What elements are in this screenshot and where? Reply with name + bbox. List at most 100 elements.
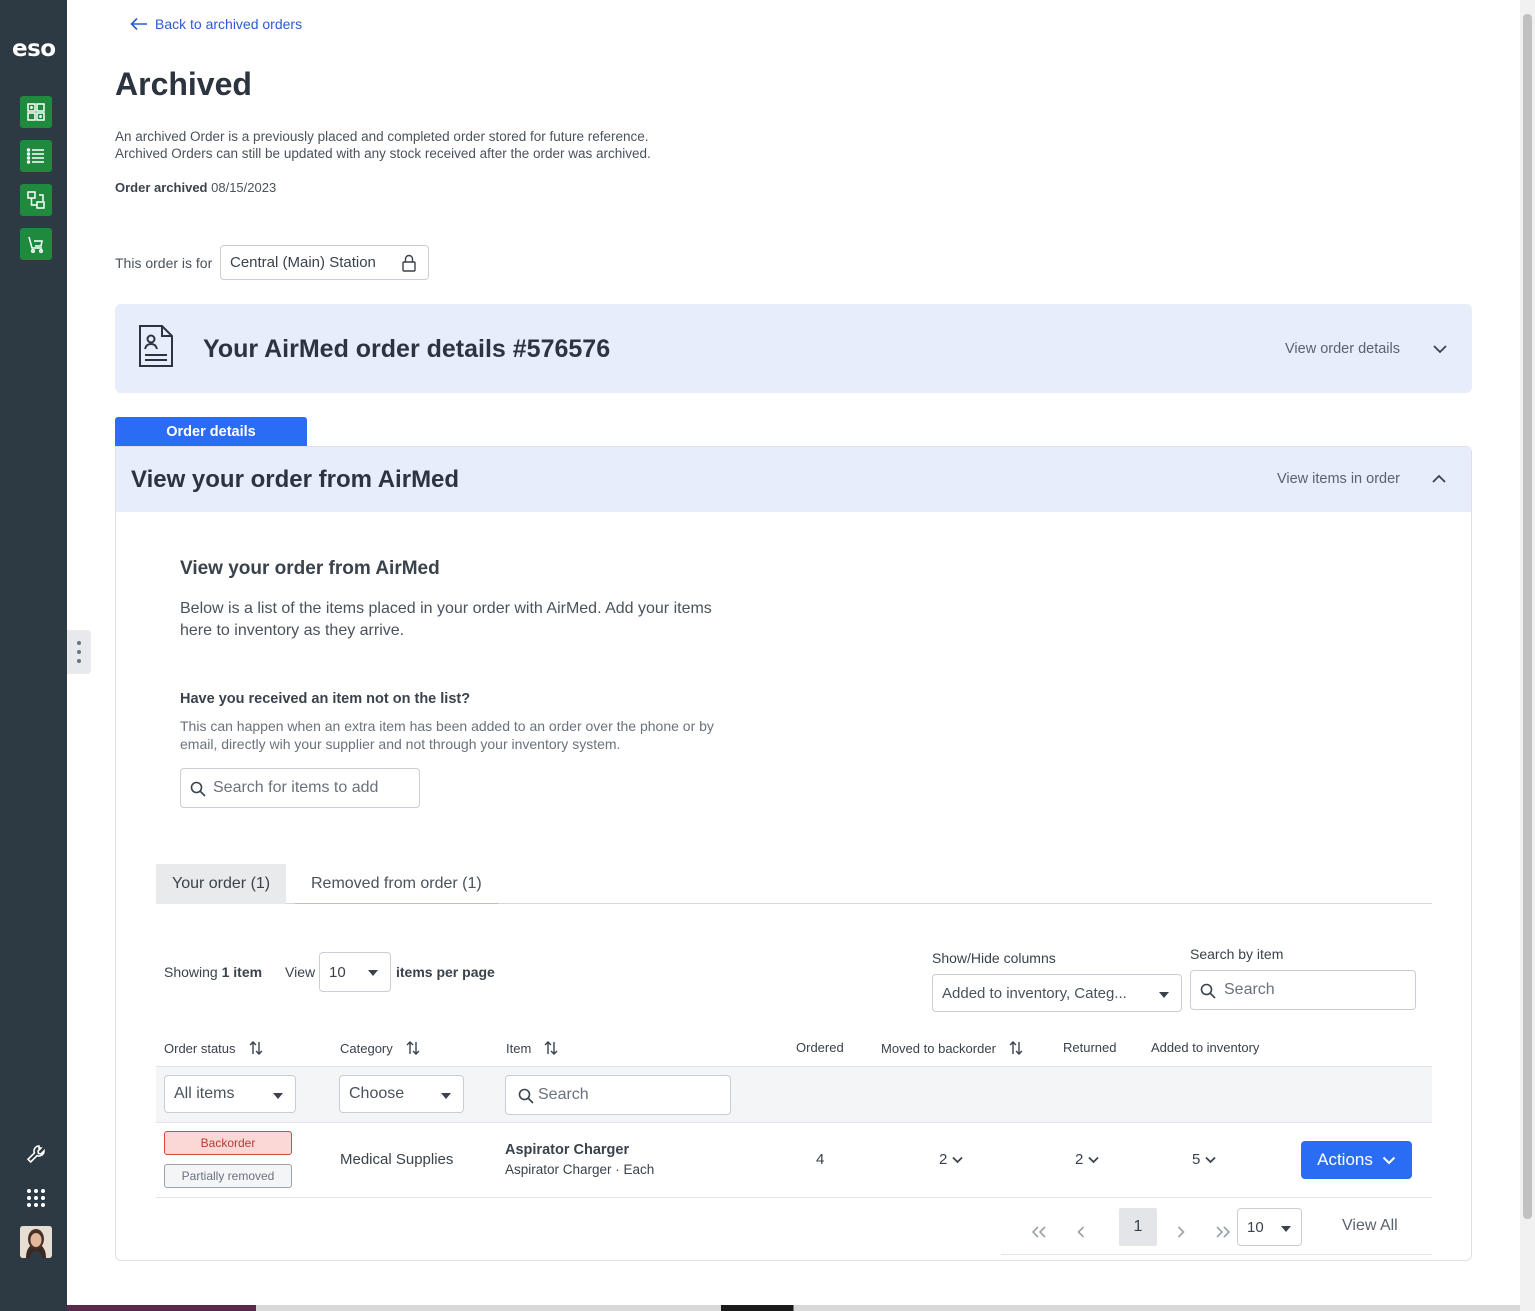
sidebar-collapse-handle[interactable] [67,630,91,674]
column-header-item[interactable]: Item [506,1040,559,1056]
actions-button[interactable]: Actions [1301,1141,1412,1179]
section-description: Below is a list of the items placed in y… [180,600,712,639]
description-line: Archived Orders can still be updated wit… [115,146,651,161]
station-value: Central (Main) Station [230,254,376,271]
column-header-category[interactable]: Category [340,1040,421,1056]
eso-logo[interactable]: eso [12,36,56,62]
tab-your-order[interactable]: Your order (1) [156,864,287,904]
chevron-down-icon [1205,1156,1216,1163]
showing-count: Showing 1 item [164,964,262,980]
tab-order-details[interactable]: Order details [115,417,307,446]
chevron-up-icon[interactable] [1431,471,1447,487]
moved-to-backorder-value: 2 [939,1151,948,1168]
sort-icon[interactable] [248,1040,264,1056]
category-filter[interactable]: Choose [339,1075,464,1113]
sort-icon[interactable] [405,1040,421,1056]
column-label: Moved to backorder [881,1040,996,1056]
column-header-order-status[interactable]: Order status [164,1040,264,1056]
station-field: Central (Main) Station [220,245,429,280]
arrow-left-icon [130,17,147,31]
page-number[interactable]: 1 [1119,1208,1157,1246]
item-subtext: Aspirator Charger · Each [505,1162,655,1177]
added-to-inventory-dropdown[interactable]: 5 [1192,1151,1216,1168]
view-items-link[interactable]: View items in order [1277,471,1400,487]
chevron-down-icon [1088,1156,1099,1163]
per-page-select[interactable]: 10 [319,952,391,992]
sidebar: eso [0,0,67,1311]
caret-down-icon [273,1093,283,1099]
moved-to-backorder-dropdown[interactable]: 2 [939,1151,963,1168]
column-label: Added to inventory [1151,1040,1260,1055]
view-all-link[interactable]: View All [1342,1217,1398,1235]
category-cell: Medical Supplies [340,1151,454,1168]
scrollbar[interactable] [1520,0,1535,1311]
show-hide-columns-select[interactable]: Added to inventory, Categ... [932,974,1182,1012]
caret-down-icon [368,970,378,976]
column-label: Order status [164,1040,236,1056]
description-line: An archived Order is a previously placed… [115,129,649,144]
showing-count-value: 1 item [221,964,263,980]
page-description: An archived Order is a previously placed… [115,128,735,162]
order-status-filter[interactable]: All items [164,1075,296,1113]
search-placeholder: Search [1224,981,1275,998]
chevron-right-icon [1177,1226,1185,1238]
column-header-moved-to-backorder[interactable]: Moved to backorder [881,1040,1024,1056]
scrollbar-thumb[interactable] [1523,14,1532,1219]
order-items-panel-header[interactable]: View your order from AirMed View items i… [116,447,1471,512]
archived-date-value: 08/15/2023 [211,180,277,195]
back-to-archived-link[interactable]: Back to archived orders [130,16,302,32]
per-page-label: items per page [396,964,495,980]
order-tabs: Your order (1) Removed from order (1) [156,864,1432,904]
item-filter-placeholder: Search [538,1086,589,1103]
page-title: Archived [115,66,252,102]
added-to-inventory-value: 5 [1192,1151,1201,1168]
back-link-label: Back to archived orders [155,16,303,32]
returned-value: 2 [1075,1151,1084,1168]
caret-down-icon [441,1093,451,1099]
order-for-label: This order is for [115,255,213,271]
avatar[interactable] [20,1226,52,1258]
lock-icon [402,254,416,272]
status-badge-backorder: Backorder [164,1131,292,1155]
next-page-button[interactable] [1166,1217,1196,1247]
view-order-details-link[interactable]: View order details [1285,341,1400,357]
add-item-search-input[interactable]: Search for items to add [180,768,420,808]
chevron-down-icon [952,1156,963,1163]
archived-label: Order archived [115,180,208,195]
order-details-title: Your AirMed order details #576576 [203,335,611,363]
pager-per-page-select[interactable]: 10 [1237,1208,1302,1246]
search-by-item-label: Search by item [1190,946,1284,962]
tab-removed-from-order[interactable]: Removed from order (1) [295,864,498,904]
apps-grid-icon[interactable] [22,1184,50,1212]
item-filter-search[interactable]: Search [505,1075,731,1115]
column-header-returned: Returned [1063,1040,1116,1055]
item-name: Aspirator Charger [505,1142,630,1158]
transfer-icon[interactable] [20,184,52,216]
last-page-button[interactable] [1208,1217,1238,1247]
search-by-item-input[interactable]: Search [1190,970,1416,1010]
list-icon[interactable] [20,140,52,172]
sort-icon[interactable] [1008,1040,1024,1056]
order-details-banner[interactable]: Your AirMed order details #576576 View o… [115,304,1472,393]
search-icon [518,1088,534,1104]
document-icon [139,325,173,367]
column-header-ordered: Ordered [796,1040,844,1055]
caret-down-icon [1281,1226,1291,1232]
double-chevron-left-icon [1031,1226,1046,1238]
inventory-grid-icon[interactable] [20,96,52,128]
chevron-down-icon[interactable] [1432,341,1448,357]
actions-label: Actions [1317,1150,1373,1169]
table-row: Backorder Partially removed Medical Supp… [156,1123,1432,1198]
returned-dropdown[interactable]: 2 [1075,1151,1099,1168]
first-page-button[interactable] [1024,1217,1054,1247]
double-chevron-right-icon [1216,1226,1231,1238]
order-items-panel: View your order from AirMed View items i… [115,446,1472,1261]
filter-row: All items Choose Search [156,1066,1432,1123]
prev-page-button[interactable] [1066,1217,1096,1247]
section-title: View your order from AirMed [180,558,440,579]
question-description: This can happen when an extra item has b… [180,718,714,752]
cart-icon[interactable] [20,228,52,260]
sort-icon[interactable] [543,1040,559,1056]
wrench-icon[interactable] [22,1140,50,1168]
caret-down-icon [1159,992,1169,998]
